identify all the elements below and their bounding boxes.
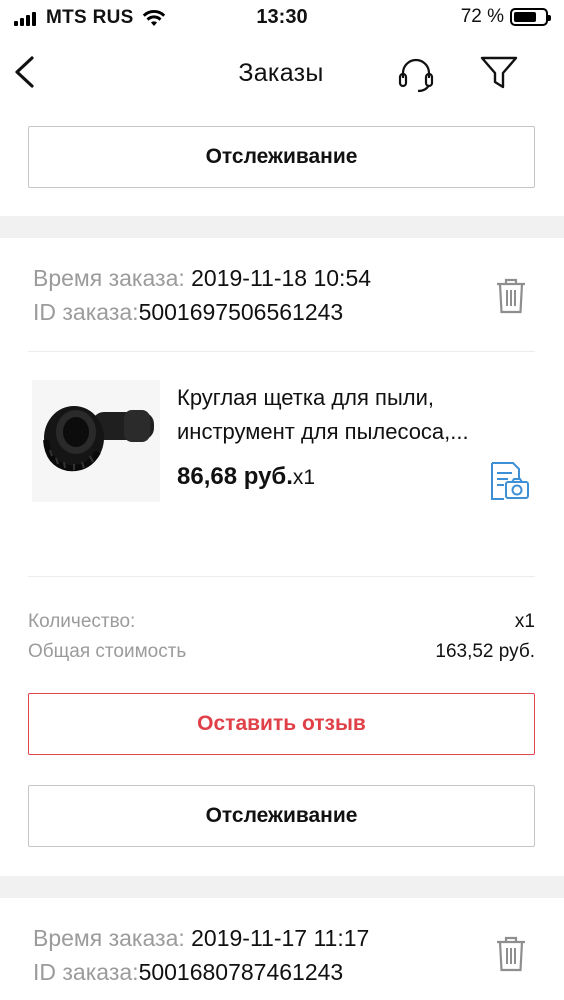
document-camera-icon[interactable]	[488, 460, 532, 502]
order-id: ID заказа:5001697506561243	[33, 299, 344, 325]
status-right: 72 %	[460, 6, 551, 28]
divider	[28, 576, 535, 577]
quantity-row: Количество: x1	[28, 611, 535, 632]
navigation-bar: Заказы	[0, 36, 564, 116]
brush-image	[43, 406, 154, 472]
product-title[interactable]: Круглая щетка для пыли, инструмент для п…	[177, 381, 517, 449]
status-bar: MTS RUS 13:30 72 %	[0, 0, 564, 36]
trash-icon[interactable]	[494, 276, 528, 316]
headset-icon[interactable]	[396, 54, 436, 94]
battery-icon	[510, 8, 551, 26]
trash-icon[interactable]	[494, 934, 528, 974]
order-time: Время заказа: 2019-11-17 11:17	[33, 925, 370, 951]
order-time: Время заказа: 2019-11-18 10:54	[33, 265, 372, 291]
section-separator	[0, 876, 564, 898]
order-id: ID заказа:5001680787461243	[33, 959, 344, 985]
section-separator	[0, 216, 564, 238]
product-price: 86,68 руб.x1	[177, 463, 316, 490]
tracking-button[interactable]: Отслеживание	[28, 126, 535, 188]
tracking-button[interactable]: Отслеживание	[28, 785, 535, 847]
product-image[interactable]	[32, 380, 160, 502]
divider	[28, 351, 535, 352]
battery-percent: 72 %	[460, 6, 504, 27]
filter-icon[interactable]	[478, 52, 520, 92]
total-row: Общая стоимость 163,52 руб.	[28, 641, 535, 662]
leave-review-button[interactable]: Оставить отзыв	[28, 693, 535, 755]
